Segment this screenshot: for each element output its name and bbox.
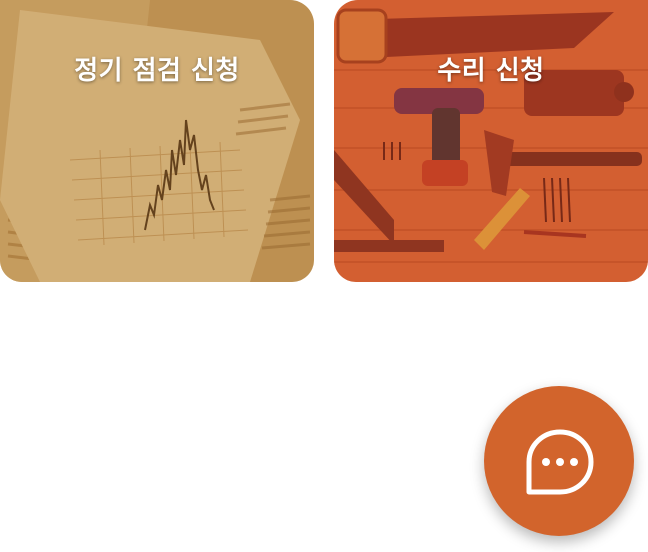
chat-button[interactable]	[484, 386, 634, 536]
repair-request-label: 수리 신청	[437, 56, 545, 86]
tools-image	[334, 0, 648, 282]
repair-request-card[interactable]: 수리 신청	[334, 0, 648, 282]
page: 정기 점검 신청 수리 신청	[0, 0, 648, 552]
inspection-request-card[interactable]: 정기 점검 신청	[0, 0, 314, 282]
inspection-request-label: 정기 점검 신청	[74, 56, 240, 86]
newspaper-chart-image	[0, 0, 314, 282]
chat-bubble-icon	[526, 429, 594, 495]
